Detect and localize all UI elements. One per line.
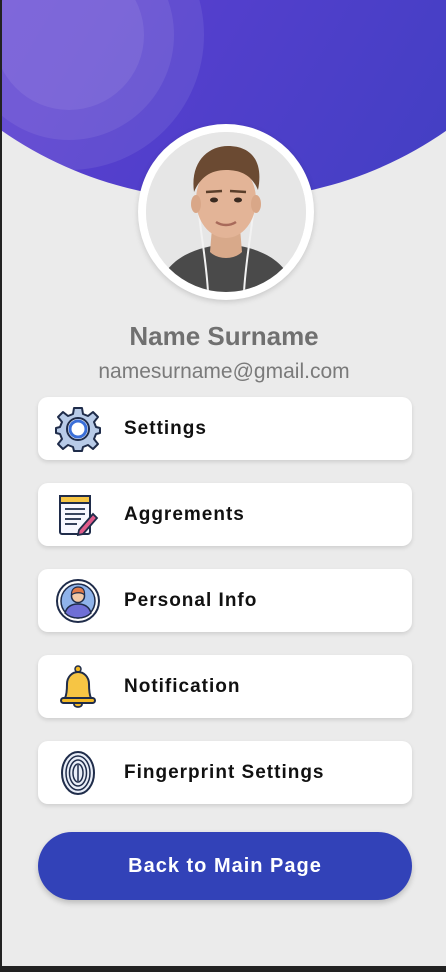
avatar (146, 132, 306, 292)
menu-item-settings[interactable]: Settings (38, 397, 412, 460)
back-to-main-page-button[interactable]: Back to Main Page (38, 832, 412, 900)
window-bottom-edge (0, 966, 446, 972)
bell-icon (54, 663, 102, 711)
profile-name: Name Surname (129, 321, 319, 351)
menu-item-aggrements[interactable]: Aggrements (38, 483, 412, 546)
menu-item-label: Fingerprint Settings (124, 761, 325, 783)
person-icon (54, 577, 102, 625)
profile-screen: Name Surname namesurname@gmail.com Setti… (2, 0, 446, 966)
document-pencil-icon (54, 491, 102, 539)
menu-item-personal-info[interactable]: Personal Info (38, 569, 412, 632)
gear-icon (54, 405, 102, 453)
menu-item-label: Settings (124, 417, 207, 439)
menu-item-fingerprint-settings[interactable]: Fingerprint Settings (38, 741, 412, 804)
menu-item-label: Notification (124, 675, 241, 697)
menu-item-label: Personal Info (124, 589, 258, 611)
profile-email: namesurname@gmail.com (98, 360, 350, 383)
fingerprint-icon (54, 749, 102, 797)
menu-item-notification[interactable]: Notification (38, 655, 412, 718)
user-photo-icon (146, 132, 306, 292)
menu-item-label: Aggrements (124, 503, 245, 525)
avatar-frame[interactable] (138, 124, 314, 300)
